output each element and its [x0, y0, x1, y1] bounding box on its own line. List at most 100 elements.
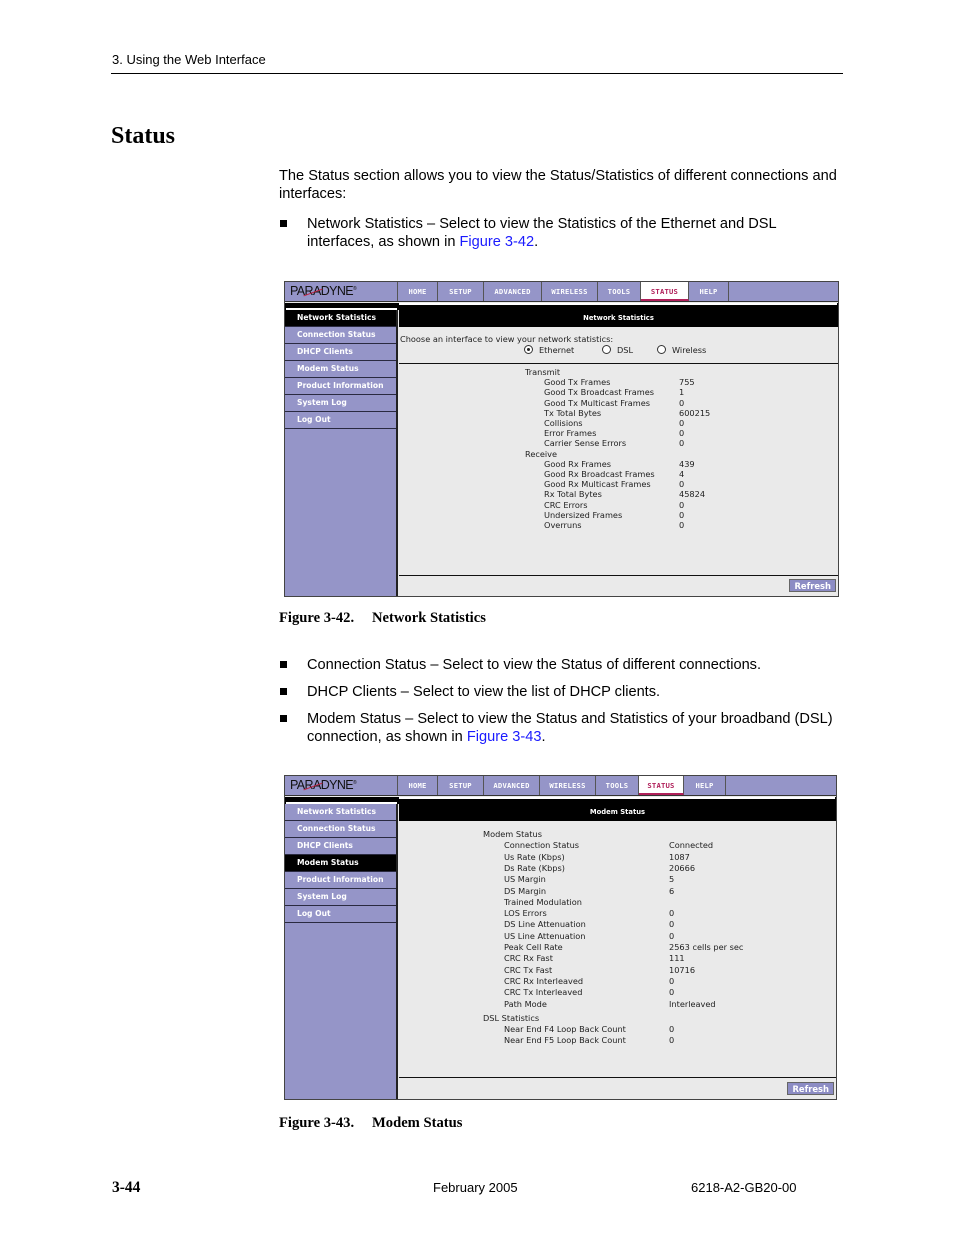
- page-number: 3-44: [112, 1179, 141, 1196]
- figure-3-43-link[interactable]: Figure 3-43: [467, 729, 542, 745]
- figure-3-43-caption: Figure 3-43. Modem Status: [279, 1115, 463, 1131]
- footer-date: February 2005: [433, 1180, 518, 1195]
- sidebar-item-network-statistics[interactable]: Network Statistics: [285, 804, 396, 821]
- stat-label: Path Mode: [504, 998, 547, 1009]
- tab-advanced[interactable]: ADVANCED: [484, 776, 540, 795]
- interface-prompt: Choose an interface to view your network…: [400, 334, 614, 344]
- stat-value: 0: [669, 930, 675, 941]
- network-statistics-screenshot: PARADYNE® HOME SETUP ADVANCED WIRELESS T…: [284, 281, 839, 597]
- radio-ethernet[interactable]: Ethernet: [524, 345, 574, 355]
- bullet-square-icon: [280, 661, 287, 668]
- stat-label: Near End F4 Loop Back Count: [504, 1024, 626, 1035]
- tab-home[interactable]: HOME: [398, 282, 438, 301]
- stat-label: Good Tx Multicast Frames: [544, 397, 650, 408]
- sidebar-item-connection-status[interactable]: Connection Status: [285, 821, 396, 838]
- bullet-network-statistics: Network Statistics – Select to view the …: [279, 215, 843, 251]
- figure-3-42-link[interactable]: Figure 3-42: [460, 234, 535, 250]
- stat-value: 439: [679, 458, 695, 469]
- stat-label: DS Margin: [504, 885, 547, 896]
- tab-status[interactable]: STATUS: [641, 282, 689, 301]
- stat-label: Connection Status: [504, 840, 580, 851]
- tab-help[interactable]: HELP: [689, 282, 729, 301]
- sidebar-item-system-log[interactable]: System Log: [285, 395, 396, 412]
- sidebar-item-product-information[interactable]: Product Information: [285, 378, 396, 395]
- stats-section-heading: Transmit: [525, 367, 561, 377]
- stat-label: Tx Total Bytes: [544, 407, 602, 418]
- stat-label: Good Tx Frames: [544, 377, 611, 388]
- sidebar-menu: Network Statistics Connection Status DHC…: [285, 804, 398, 1099]
- sidebar-item-dhcp-clients[interactable]: DHCP Clients: [285, 838, 396, 855]
- stat-value: 20666: [669, 862, 696, 873]
- sidebar-item-log-out[interactable]: Log Out: [285, 906, 396, 923]
- tab-home[interactable]: HOME: [398, 776, 438, 795]
- section-title: Status: [111, 123, 176, 149]
- sidebar-item-network-statistics[interactable]: Network Statistics: [285, 310, 396, 327]
- stat-value: 755: [679, 377, 695, 388]
- bullet-connection-status: Connection Status – Select to view the S…: [279, 656, 843, 674]
- sidebar-item-connection-status[interactable]: Connection Status: [285, 327, 396, 344]
- tab-status[interactable]: STATUS: [639, 776, 684, 795]
- stat-label: Rx Total Bytes: [544, 489, 602, 500]
- tab-help[interactable]: HELP: [684, 776, 726, 795]
- stats-section-heading: Receive: [525, 448, 558, 459]
- stat-value: 0: [669, 919, 675, 930]
- stat-value: 1087: [669, 851, 690, 862]
- header-rule: [111, 73, 843, 74]
- radio-wireless[interactable]: Wireless: [657, 345, 706, 355]
- tab-wireless[interactable]: WIRELESS: [542, 282, 598, 301]
- stat-value: 0: [669, 1035, 675, 1046]
- tab-tools[interactable]: TOOLS: [596, 776, 639, 795]
- stat-label: US Line Attenuation: [504, 930, 586, 941]
- stat-value: Interleaved: [669, 998, 716, 1009]
- refresh-button[interactable]: Refresh: [789, 579, 836, 592]
- stat-label: LOS Errors: [504, 908, 547, 919]
- intro-paragraph: The Status section allows you to view th…: [279, 168, 837, 202]
- figure-3-42-caption: Figure 3-42. Network Statistics: [279, 610, 486, 626]
- sidebar-item-log-out[interactable]: Log Out: [285, 412, 396, 429]
- refresh-button[interactable]: Refresh: [787, 1082, 834, 1095]
- stat-label: Error Frames: [544, 428, 597, 439]
- sidebar-item-product-information[interactable]: Product Information: [285, 872, 396, 889]
- tab-setup[interactable]: SETUP: [438, 282, 484, 301]
- stat-value: 0: [679, 509, 685, 520]
- top-nav-bar: PARADYNE® HOME SETUP ADVANCED WIRELESS T…: [285, 282, 838, 302]
- stat-value: 0: [669, 975, 675, 986]
- stat-value: Connected: [669, 840, 714, 851]
- sidebar-item-modem-status[interactable]: Modem Status: [285, 855, 396, 872]
- stat-label: Good Rx Frames: [544, 458, 612, 469]
- stat-label: DS Line Attenuation: [504, 919, 586, 930]
- tab-advanced[interactable]: ADVANCED: [484, 282, 542, 301]
- stat-label: Good Rx Broadcast Frames: [544, 469, 655, 479]
- stat-label: Good Rx Multicast Frames: [544, 479, 651, 490]
- stat-label: Collisions: [544, 418, 583, 428]
- stat-value: 0: [669, 908, 675, 919]
- bullet-square-icon: [280, 715, 287, 722]
- stat-value: 0: [679, 397, 685, 408]
- stat-label: Overruns: [544, 520, 582, 530]
- stat-label: Us Rate (Kbps): [504, 851, 565, 862]
- radio-selected-icon: [524, 345, 533, 354]
- panel-title: Modem Status: [399, 804, 836, 821]
- stat-label: Undersized Frames: [544, 509, 623, 520]
- tab-wireless[interactable]: WIRELESS: [540, 776, 596, 795]
- stat-label: CRC Tx Interleaved: [504, 987, 583, 998]
- sidebar-item-modem-status[interactable]: Modem Status: [285, 361, 396, 378]
- top-nav-bar: PARADYNE® HOME SETUP ADVANCED WIRELESS T…: [285, 776, 836, 796]
- tab-setup[interactable]: SETUP: [438, 776, 484, 795]
- sidebar-item-system-log[interactable]: System Log: [285, 889, 396, 906]
- tab-tools[interactable]: TOOLS: [598, 282, 641, 301]
- radio-dsl[interactable]: DSL: [602, 345, 633, 355]
- modem-status-content: Modem Status Connection Status Connected Us…: [399, 821, 836, 1099]
- stat-value: 600215: [679, 407, 711, 418]
- stat-value: 0: [679, 479, 685, 490]
- stat-value: 1: [679, 387, 685, 398]
- stat-label: Near End F5 Loop Back Count: [504, 1035, 626, 1046]
- stat-label: CRC Rx Interleaved: [504, 975, 584, 986]
- stat-label: Trained Modulation: [504, 896, 582, 907]
- stat-value: 6: [669, 885, 675, 896]
- sidebar-item-dhcp-clients[interactable]: DHCP Clients: [285, 344, 396, 361]
- stat-label: Ds Rate (Kbps): [504, 862, 565, 873]
- stat-value: 0: [679, 520, 685, 530]
- bullet-modem-status: Modem Status – Select to view the Status…: [279, 710, 843, 746]
- stat-label: US Margin: [504, 874, 546, 885]
